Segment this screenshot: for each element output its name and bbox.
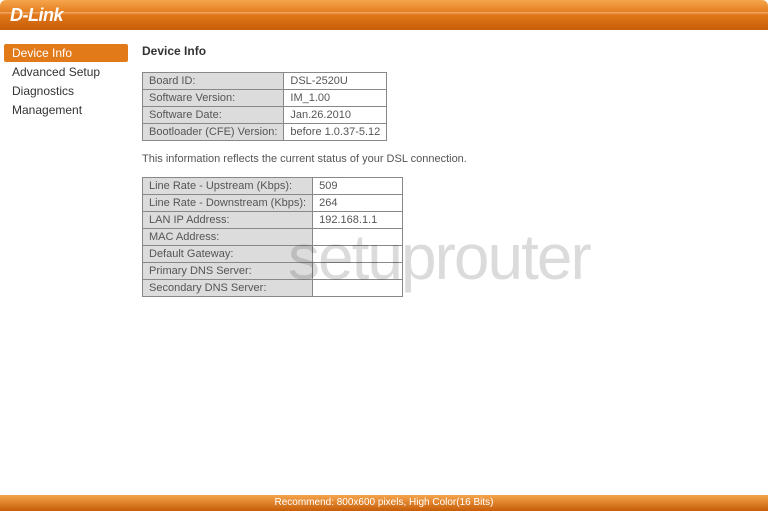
page-body: Device Info Advanced Setup Diagnostics M…	[0, 30, 768, 495]
cell-value: 509	[313, 178, 403, 195]
cell-value: 192.168.1.1	[313, 212, 403, 229]
cell-value: Jan.26.2010	[284, 107, 387, 124]
sidebar-item-diagnostics[interactable]: Diagnostics	[4, 82, 128, 100]
cell-value	[313, 229, 403, 246]
cell-value	[313, 246, 403, 263]
sidebar-item-label: Management	[12, 103, 82, 117]
table-row: Software Version:IM_1.00	[143, 90, 387, 107]
cell-label: Software Version:	[143, 90, 284, 107]
footer: Recommend: 800x600 pixels, High Color(16…	[0, 495, 768, 511]
device-info-table: Board ID:DSL-2520U Software Version:IM_1…	[142, 72, 387, 141]
cell-label: Line Rate - Upstream (Kbps):	[143, 178, 313, 195]
cell-value	[313, 280, 403, 297]
sidebar-item-device-info[interactable]: Device Info	[4, 44, 128, 62]
cell-label: Software Date:	[143, 107, 284, 124]
cell-label: Default Gateway:	[143, 246, 313, 263]
sidebar-item-management[interactable]: Management	[4, 101, 128, 119]
table-row: Primary DNS Server:	[143, 263, 403, 280]
content: Device Info Board ID:DSL-2520U Software …	[128, 30, 768, 495]
header-highlight	[0, 12, 768, 15]
header: D-Link	[0, 0, 768, 30]
table-row: Line Rate - Upstream (Kbps):509	[143, 178, 403, 195]
status-description: This information reflects the current st…	[142, 153, 758, 165]
table-row: Line Rate - Downstream (Kbps):264	[143, 195, 403, 212]
table-row: Software Date:Jan.26.2010	[143, 107, 387, 124]
table-row: LAN IP Address:192.168.1.1	[143, 212, 403, 229]
sidebar-item-label: Device Info	[12, 46, 72, 60]
cell-value: 264	[313, 195, 403, 212]
status-table: Line Rate - Upstream (Kbps):509 Line Rat…	[142, 177, 403, 297]
table-row: Board ID:DSL-2520U	[143, 73, 387, 90]
table-row: MAC Address:	[143, 229, 403, 246]
cell-label: Secondary DNS Server:	[143, 280, 313, 297]
sidebar-item-label: Diagnostics	[12, 84, 74, 98]
cell-label: Bootloader (CFE) Version:	[143, 124, 284, 141]
cell-label: MAC Address:	[143, 229, 313, 246]
page-title: Device Info	[142, 44, 758, 58]
table-row: Default Gateway:	[143, 246, 403, 263]
sidebar-item-label: Advanced Setup	[12, 65, 100, 79]
cell-label: Primary DNS Server:	[143, 263, 313, 280]
sidebar: Device Info Advanced Setup Diagnostics M…	[0, 30, 128, 495]
footer-text: Recommend: 800x600 pixels, High Color(16…	[275, 497, 494, 508]
cell-value: before 1.0.37-5.12	[284, 124, 387, 141]
cell-value	[313, 263, 403, 280]
table-row: Secondary DNS Server:	[143, 280, 403, 297]
cell-label: Line Rate - Downstream (Kbps):	[143, 195, 313, 212]
cell-value: DSL-2520U	[284, 73, 387, 90]
sidebar-item-advanced-setup[interactable]: Advanced Setup	[4, 63, 128, 81]
table-row: Bootloader (CFE) Version:before 1.0.37-5…	[143, 124, 387, 141]
cell-label: Board ID:	[143, 73, 284, 90]
cell-value: IM_1.00	[284, 90, 387, 107]
cell-label: LAN IP Address:	[143, 212, 313, 229]
brand-logo: D-Link	[10, 5, 63, 26]
